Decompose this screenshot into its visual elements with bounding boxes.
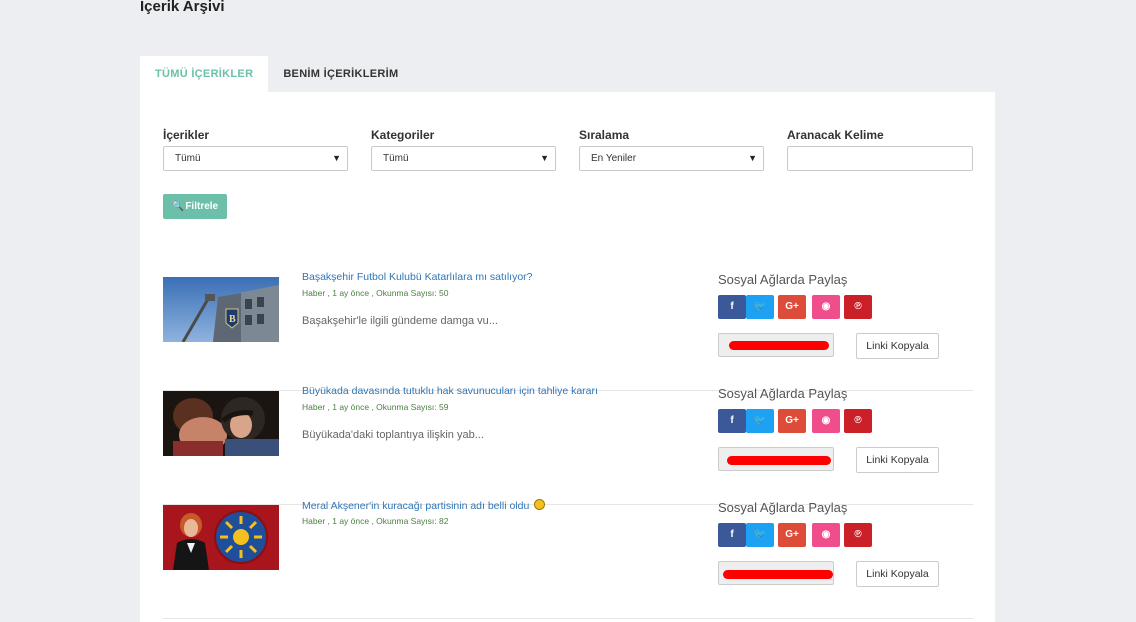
article-thumbnail[interactable]: B	[163, 277, 279, 342]
twitter-share-button[interactable]: 🐦	[746, 523, 774, 547]
contents-select-value: Tümü	[175, 153, 201, 164]
reddit-icon: ◉	[821, 529, 831, 540]
filter-button-label: Filtrele	[185, 201, 219, 212]
dropdown-arrow-icon: ▼	[332, 153, 341, 163]
facebook-icon: f	[730, 301, 734, 312]
google-plus-icon: G+	[785, 529, 799, 540]
reddit-icon: ◉	[821, 415, 831, 426]
article-item: Büyükada davasında tutuklu hak savunucul…	[163, 385, 973, 505]
pinterest-icon: ℗	[854, 301, 862, 312]
article-thumbnail[interactable]	[163, 391, 279, 456]
article-title-text: Meral Akşener'in kuracağı partisinin adı…	[302, 500, 530, 512]
reddit-share-button[interactable]: ◉	[812, 295, 840, 319]
article-item: Meral Akşener'in kuracağı partisinin adı…	[163, 499, 973, 619]
pinterest-share-button[interactable]: ℗	[844, 409, 872, 433]
facebook-icon: f	[730, 415, 734, 426]
redaction-mark	[729, 341, 829, 350]
tab-all-contents[interactable]: TÜMÜ İÇERİKLER	[140, 56, 269, 92]
dropdown-arrow-icon: ▼	[540, 153, 549, 163]
pinterest-share-button[interactable]: ℗	[844, 523, 872, 547]
copy-link-button[interactable]: Linki Kopyala	[856, 561, 939, 587]
facebook-share-button[interactable]: f	[718, 523, 746, 547]
share-title: Sosyal Ağlarda Paylaş	[718, 272, 848, 287]
sorting-select[interactable]: En Yeniler ▼	[579, 146, 764, 171]
search-icon: 🔍	[171, 201, 185, 212]
article-meta: Haber , 1 ay önce , Okunma Sayısı: 50	[302, 288, 449, 298]
facebook-share-button[interactable]: f	[718, 295, 746, 319]
article-excerpt: Başakşehir'le ilgili gündeme damga vu...	[302, 315, 498, 327]
categories-select-value: Tümü	[383, 153, 409, 164]
categories-filter-label: Kategoriler	[371, 128, 435, 142]
article-excerpt: Büyükada'daki toplantıya ilişkin yab...	[302, 429, 484, 441]
keyword-filter-label: Aranacak Kelime	[787, 128, 884, 142]
google-plus-share-button[interactable]: G+	[778, 523, 806, 547]
twitter-share-button[interactable]: 🐦	[746, 295, 774, 319]
keyword-input[interactable]	[787, 146, 973, 171]
share-title: Sosyal Ağlarda Paylaş	[718, 386, 848, 401]
share-link-field[interactable]	[718, 333, 834, 357]
google-plus-share-button[interactable]: G+	[778, 409, 806, 433]
google-plus-share-button[interactable]: G+	[778, 295, 806, 319]
copy-link-button[interactable]: Linki Kopyala	[856, 447, 939, 473]
article-meta: Haber , 1 ay önce , Okunma Sayısı: 82	[302, 516, 449, 526]
sun-icon	[534, 499, 546, 510]
facebook-share-button[interactable]: f	[718, 409, 746, 433]
twitter-icon: 🐦	[753, 529, 767, 540]
article-item: B Başakşehir Futbol Kulubü Katarlılara m…	[163, 271, 973, 391]
svg-text:B: B	[229, 314, 236, 325]
twitter-icon: 🐦	[753, 301, 767, 312]
reddit-share-button[interactable]: ◉	[812, 409, 840, 433]
article-title-link[interactable]: Başakşehir Futbol Kulubü Katarlılara mı …	[302, 271, 533, 283]
pinterest-icon: ℗	[854, 529, 862, 540]
share-link-field[interactable]	[718, 447, 834, 471]
reddit-share-button[interactable]: ◉	[812, 523, 840, 547]
google-plus-icon: G+	[785, 301, 799, 312]
share-title: Sosyal Ağlarda Paylaş	[718, 500, 848, 515]
twitter-icon: 🐦	[753, 415, 767, 426]
article-meta: Haber , 1 ay önce , Okunma Sayısı: 59	[302, 402, 449, 412]
page-title: İçerik Arşivi	[140, 0, 225, 15]
copy-link-button[interactable]: Linki Kopyala	[856, 333, 939, 359]
twitter-share-button[interactable]: 🐦	[746, 409, 774, 433]
pinterest-share-button[interactable]: ℗	[844, 295, 872, 319]
content-panel: İçerikler Tümü ▼ Kategoriler Tümü ▼ Sıra…	[140, 92, 995, 622]
article-title-link[interactable]: Meral Akşener'in kuracağı partisinin adı…	[302, 499, 546, 512]
sorting-filter-label: Sıralama	[579, 128, 630, 142]
content-tabs: TÜMÜ İÇERİKLER BENİM İÇERİKLERİM	[140, 56, 413, 92]
dropdown-arrow-icon: ▼	[748, 153, 757, 163]
redaction-mark	[723, 570, 833, 579]
categories-select[interactable]: Tümü ▼	[371, 146, 556, 171]
google-plus-icon: G+	[785, 415, 799, 426]
reddit-icon: ◉	[821, 301, 831, 312]
facebook-icon: f	[730, 529, 734, 540]
article-title-link[interactable]: Büyükada davasında tutuklu hak savunucul…	[302, 385, 598, 397]
share-link-field[interactable]	[718, 561, 834, 585]
contents-filter-label: İçerikler	[163, 128, 210, 142]
pinterest-icon: ℗	[854, 415, 862, 426]
article-thumbnail[interactable]	[163, 505, 279, 570]
redaction-mark	[727, 456, 831, 465]
filter-button[interactable]: 🔍Filtrele	[163, 194, 227, 219]
tab-my-contents[interactable]: BENİM İÇERİKLERİM	[268, 56, 413, 92]
contents-select[interactable]: Tümü ▼	[163, 146, 348, 171]
sorting-select-value: En Yeniler	[591, 153, 637, 164]
